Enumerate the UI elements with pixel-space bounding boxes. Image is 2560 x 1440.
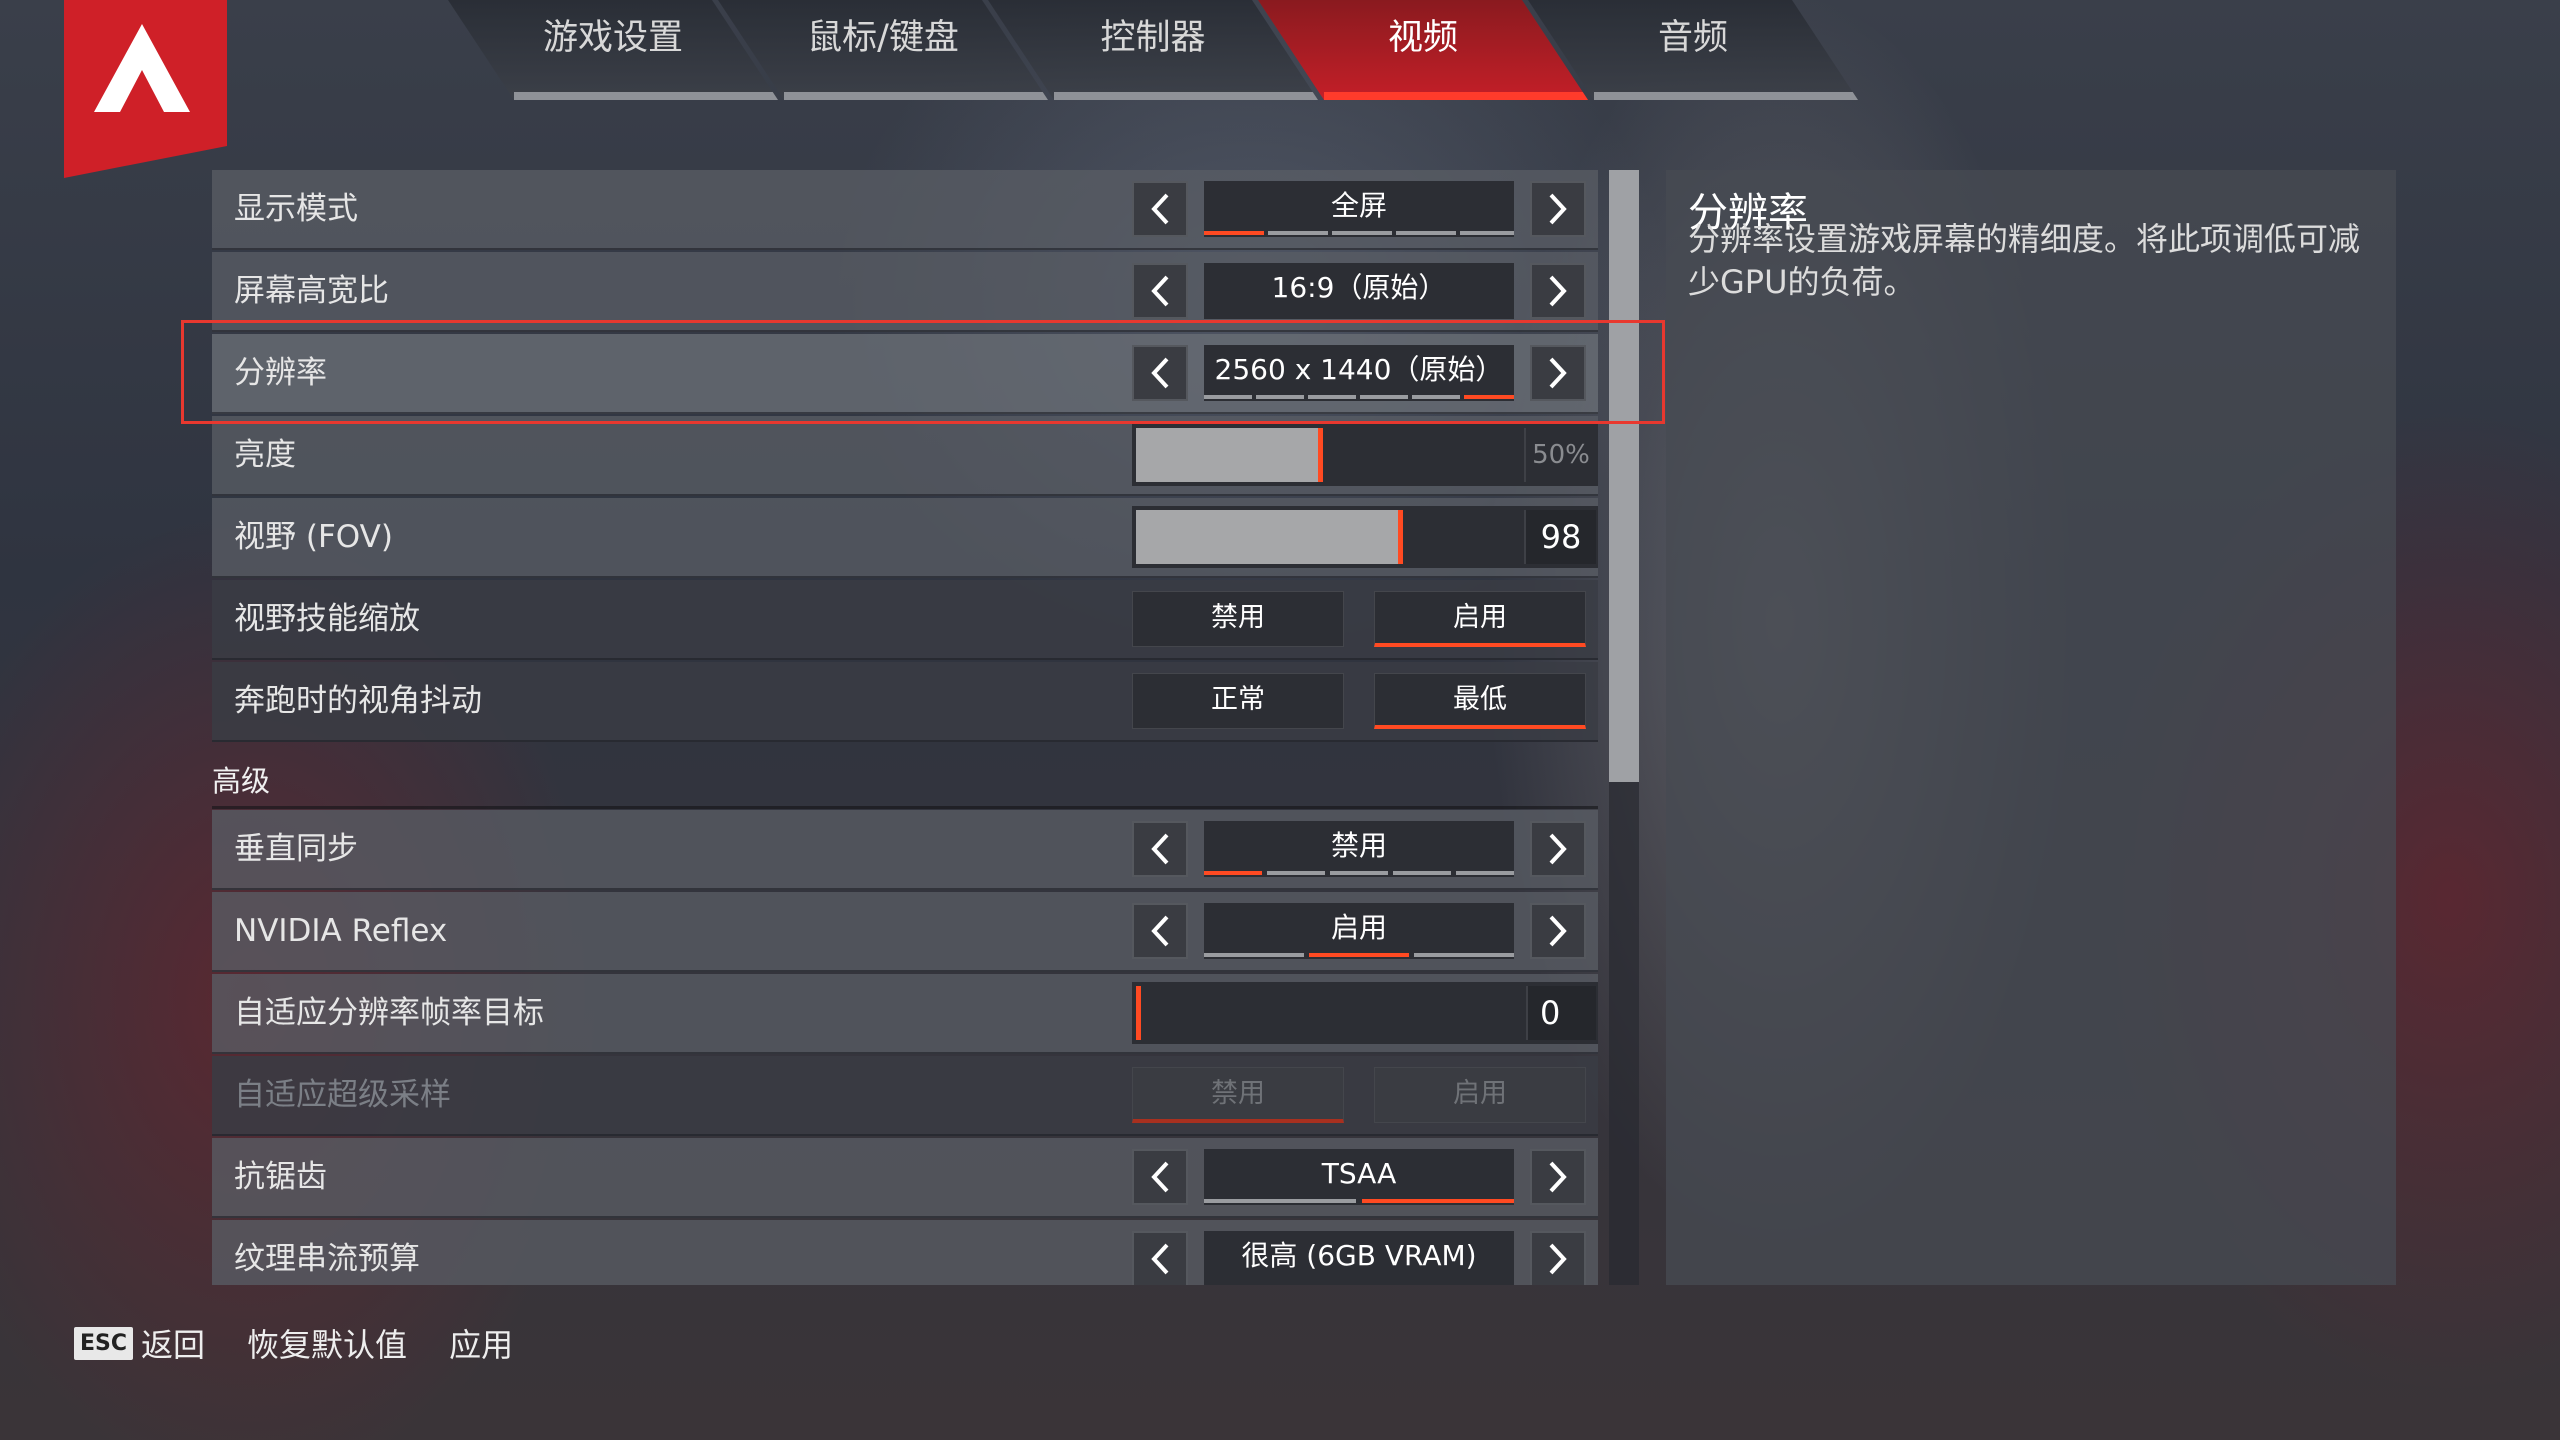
slider-value[interactable]: 98	[1524, 510, 1596, 564]
chevron-right-icon	[1549, 1161, 1567, 1193]
chevron-right-icon	[1549, 1243, 1567, 1275]
setting-row-sprint-view-shake: 奔跑时的视角抖动 正常 最低	[212, 662, 1598, 742]
setting-row-ability-fov-scaling: 视野技能缩放 禁用 启用	[212, 580, 1598, 660]
fov-slider[interactable]: 98	[1132, 506, 1598, 568]
tab-label: 游戏设置	[542, 17, 683, 58]
setting-label: 显示模式	[234, 191, 358, 227]
setting-label: 纹理串流预算	[234, 1241, 420, 1277]
tab-label: 控制器	[1100, 17, 1206, 58]
tab-label: 视频	[1387, 17, 1458, 58]
slider-handle[interactable]	[1136, 986, 1141, 1040]
esc-key-icon: ESC	[74, 1326, 134, 1360]
setting-label: NVIDIA Reflex	[234, 913, 448, 949]
chevron-left-icon	[1151, 915, 1169, 947]
slider-handle[interactable]	[1318, 428, 1323, 482]
value-selector: 全屏	[1204, 181, 1514, 237]
chevron-left-icon	[1151, 1161, 1169, 1193]
prev-button[interactable]	[1132, 821, 1188, 877]
chevron-left-icon	[1151, 1243, 1169, 1275]
value-selector: TSAA	[1204, 1149, 1514, 1205]
value-selector: 16:9（原始）	[1204, 263, 1514, 319]
brightness-slider[interactable]: 50%	[1132, 424, 1598, 486]
slider-handle[interactable]	[1398, 510, 1403, 564]
slider-value[interactable]: 0	[1526, 986, 1596, 1040]
setting-row-nvidia-reflex: NVIDIA Reflex 启用	[212, 892, 1598, 972]
selector-value: 启用	[1330, 911, 1387, 944]
section-title-advanced: 高级	[212, 764, 271, 798]
setting-row-display-mode: 显示模式 全屏	[212, 170, 1598, 250]
tab-label: 音频	[1657, 17, 1728, 58]
setting-row-adaptive-supersampling: 自适应超级采样 禁用 启用	[212, 1056, 1598, 1136]
back-button[interactable]: 返回	[141, 1320, 205, 1366]
prev-button[interactable]	[1132, 181, 1188, 237]
value-selector: 很高 (6GB VRAM)	[1204, 1231, 1514, 1285]
setting-label: 抗锯齿	[234, 1159, 327, 1195]
setting-row-anti-aliasing: 抗锯齿 TSAA	[212, 1138, 1598, 1218]
next-button[interactable]	[1530, 1149, 1586, 1205]
reset-defaults-button[interactable]: 恢复默认值	[247, 1320, 407, 1366]
adaptive-resolution-slider[interactable]: 0	[1132, 982, 1598, 1044]
setting-label: 垂直同步	[234, 831, 358, 867]
selector-value: 全屏	[1330, 189, 1387, 222]
value-selector: 禁用	[1204, 821, 1514, 877]
chevron-right-icon	[1549, 193, 1567, 225]
option-enable-button[interactable]: 启用	[1374, 591, 1586, 647]
prev-button[interactable]	[1132, 1231, 1188, 1285]
chevron-right-icon	[1549, 275, 1567, 307]
next-button[interactable]	[1530, 181, 1586, 237]
setting-label: 视野 (FOV)	[234, 519, 393, 555]
tab-label: 鼠标/键盘	[807, 17, 959, 58]
chevron-left-icon	[1151, 193, 1169, 225]
chevron-left-icon	[1151, 275, 1169, 307]
setting-row-adaptive-resolution-target: 自适应分辨率帧率目标 0	[212, 974, 1598, 1054]
tab-bar: 游戏设置 鼠标/键盘 控制器 视频 音频	[0, 0, 2560, 112]
value-selector: 启用	[1204, 903, 1514, 959]
scrollbar-thumb[interactable]	[1609, 170, 1639, 782]
next-button[interactable]	[1530, 821, 1586, 877]
description-panel: 分辨率 分辨率设置游戏屏幕的精细度。将此项调低可减少GPU的负荷。	[1666, 170, 2396, 1285]
option-minimal-button[interactable]: 最低	[1374, 673, 1586, 729]
next-button[interactable]	[1530, 263, 1586, 319]
slider-value: 50%	[1524, 428, 1596, 482]
option-normal-button[interactable]: 正常	[1132, 673, 1344, 729]
setting-label: 屏幕高宽比	[234, 273, 389, 309]
selector-value: TSAA	[1321, 1157, 1397, 1190]
selection-highlight	[181, 320, 1665, 424]
apply-button[interactable]: 应用	[449, 1320, 513, 1366]
setting-label: 亮度	[234, 437, 296, 473]
option-enable-button: 启用	[1374, 1067, 1586, 1123]
next-button[interactable]	[1530, 903, 1586, 959]
option-disable-button: 禁用	[1132, 1067, 1344, 1123]
footer-bar: ESC 返回 恢复默认值 应用	[74, 1318, 555, 1368]
next-button[interactable]	[1530, 1231, 1586, 1285]
chevron-right-icon	[1549, 915, 1567, 947]
setting-label: 视野技能缩放	[234, 601, 420, 637]
setting-row-fov: 视野 (FOV) 98	[212, 498, 1598, 578]
prev-button[interactable]	[1132, 263, 1188, 319]
setting-label: 奔跑时的视角抖动	[234, 683, 482, 719]
setting-label: 自适应分辨率帧率目标	[234, 995, 544, 1031]
setting-row-vsync: 垂直同步 禁用	[212, 810, 1598, 890]
description-body: 分辨率设置游戏屏幕的精细度。将此项调低可减少GPU的负荷。	[1688, 220, 2361, 301]
setting-row-texture-budget: 纹理串流预算 很高 (6GB VRAM)	[212, 1220, 1598, 1285]
option-disable-button[interactable]: 禁用	[1132, 591, 1344, 647]
chevron-right-icon	[1549, 833, 1567, 865]
prev-button[interactable]	[1132, 1149, 1188, 1205]
selector-value: 16:9（原始）	[1271, 271, 1447, 304]
chevron-left-icon	[1151, 833, 1169, 865]
setting-label: 自适应超级采样	[234, 1077, 451, 1113]
selector-value: 很高 (6GB VRAM)	[1241, 1239, 1477, 1272]
setting-row-brightness: 亮度 50%	[212, 416, 1598, 496]
prev-button[interactable]	[1132, 903, 1188, 959]
selector-value: 禁用	[1330, 829, 1387, 862]
